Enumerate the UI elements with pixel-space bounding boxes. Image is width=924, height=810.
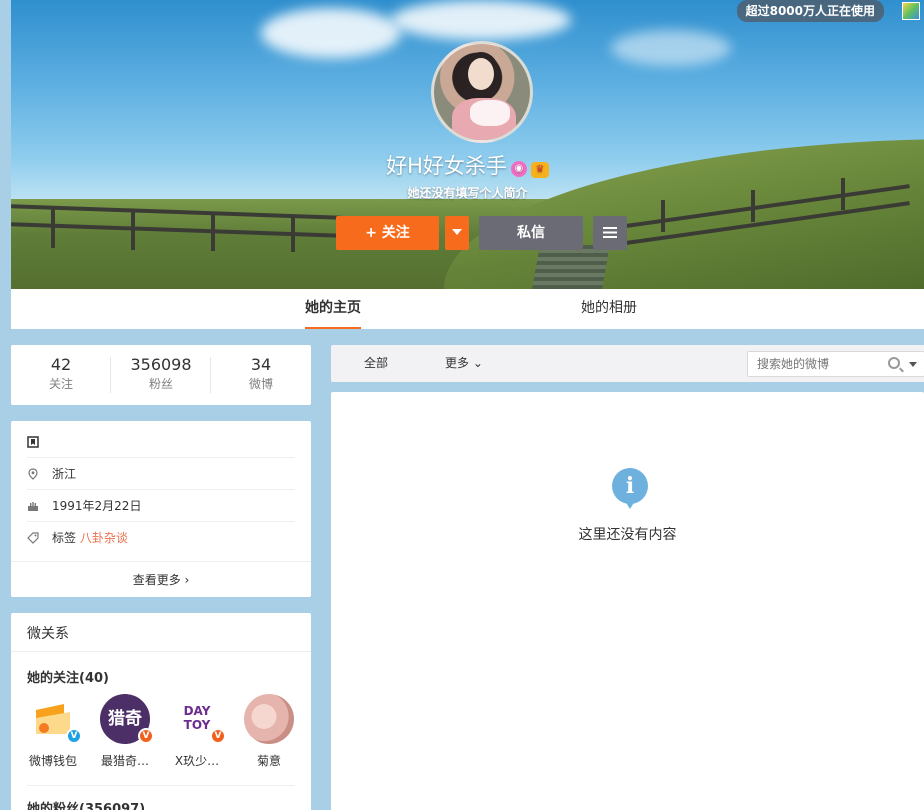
search-input[interactable] — [757, 356, 882, 372]
tab-homepage[interactable]: 她的主页 — [305, 289, 361, 329]
info-row-level — [27, 426, 295, 458]
following-item[interactable]: 菊意 — [236, 694, 302, 769]
following-name: 微博钱包 — [28, 754, 77, 768]
chevron-down-icon[interactable] — [909, 362, 917, 367]
feed-panel: i 这里还没有内容 — [331, 392, 924, 810]
profile-avatar[interactable] — [431, 41, 533, 143]
relations-card: 微关系 她的关注(40) V 微博钱包 猎奇 V 最猎奇… DAY TOY V X… — [11, 613, 311, 810]
tags-label: 标签 八卦杂谈 — [52, 522, 128, 554]
following-title[interactable]: 她的关注(40) — [27, 667, 109, 686]
stat-label: 粉丝 — [148, 377, 173, 391]
info-icon: i — [612, 468, 648, 509]
avatar — [244, 694, 294, 744]
tags-label-text: 标签 — [52, 531, 77, 545]
fence-post — [661, 200, 665, 232]
following-name: 菊意 — [256, 754, 281, 768]
tag-link[interactable]: 八卦杂谈 — [80, 531, 128, 545]
birthday-text: 1991年2月22日 — [52, 499, 142, 513]
fence-post — [211, 215, 215, 251]
feed-toolbar: 全部 更多 ⌄ — [331, 345, 924, 382]
info-row-location: 浙江 — [27, 458, 295, 490]
avatar: V — [28, 694, 82, 744]
message-button[interactable]: 私信 — [479, 216, 583, 250]
following-item[interactable]: DAY TOY V X玖少… — [164, 694, 230, 769]
empty-state-text: 这里还没有内容 — [578, 527, 677, 543]
stat-followers[interactable]: 356098 粉丝 — [111, 355, 211, 392]
following-name: X玖少… — [174, 754, 220, 768]
profile-info-card: 浙江 1991年2月22日 标签 八卦杂谈 查看更多 › — [11, 421, 311, 597]
verified-badge-icon: V — [66, 728, 82, 744]
cover-steps — [532, 245, 610, 289]
info-row-tags: 标签 八卦杂谈 — [27, 522, 295, 554]
birthday-cake-icon — [28, 502, 38, 511]
profile-intro: 她还没有填写个人简介 — [407, 186, 528, 200]
avatar-logo-icon: 猎奇 — [108, 709, 142, 729]
profile-tab-bar: 她的主页 她的相册 — [11, 289, 924, 329]
see-more-link[interactable]: 查看更多 › — [11, 561, 311, 597]
fence-post — [131, 212, 135, 250]
verified-icon[interactable]: ◉ — [510, 161, 527, 177]
cloud-decoration — [261, 8, 401, 58]
profile-cover: 好H好女杀手 ◉ ♛ 她还没有填写个人简介 + 关注 私信 — [11, 0, 924, 289]
follow-dropdown-button[interactable] — [445, 216, 469, 250]
fence-post — [51, 208, 55, 248]
avatar-logo-icon: DAY TOY — [183, 704, 211, 732]
search-icon[interactable] — [888, 357, 900, 369]
feed-search — [747, 351, 924, 377]
profile-name: 好H好女杀手 ◉ ♛ — [11, 150, 924, 180]
verified-badge-icon: V — [138, 728, 154, 744]
location-text: 浙江 — [52, 467, 77, 481]
member-crown-icon[interactable]: ♛ — [530, 162, 549, 178]
bookmark-icon — [27, 436, 39, 448]
app-corner-icon[interactable] — [902, 2, 920, 20]
stat-posts[interactable]: 34 微博 — [211, 355, 311, 392]
following-name: 最猎奇… — [100, 754, 149, 768]
feed-tab-more[interactable]: 更多 ⌄ — [445, 345, 483, 382]
cloud-decoration — [391, 0, 571, 40]
cloud-decoration — [611, 30, 731, 66]
user-count-notice: 超过8000万人正在使用 — [736, 0, 884, 22]
stat-following[interactable]: 42 关注 — [11, 355, 111, 392]
location-pin-icon — [28, 468, 38, 480]
divider — [11, 651, 311, 652]
avatar: 猎奇 V — [100, 694, 154, 744]
chevron-down-icon — [452, 229, 462, 235]
info-row-birthday: 1991年2月22日 — [27, 490, 295, 522]
avatar: DAY TOY V — [172, 694, 226, 744]
follow-button[interactable]: + 关注 — [336, 216, 439, 250]
following-item[interactable]: 猎奇 V 最猎奇… — [92, 694, 158, 769]
relations-title: 微关系 — [27, 626, 69, 642]
divider — [27, 785, 295, 786]
feed-tab-all[interactable]: 全部 — [364, 345, 388, 382]
stat-value: 34 — [250, 355, 272, 374]
following-item[interactable]: V 微博钱包 — [20, 694, 86, 769]
stat-value: 42 — [50, 355, 72, 374]
stats-card: 42 关注 356098 粉丝 34 微博 — [11, 345, 311, 405]
stat-value: 356098 — [130, 355, 192, 374]
more-actions-button[interactable] — [593, 216, 627, 250]
fans-title[interactable]: 她的粉丝(356097) — [27, 798, 145, 810]
stat-label: 微博 — [248, 377, 273, 391]
menu-icon — [603, 227, 617, 238]
profile-name-text: 好H好女杀手 — [386, 154, 507, 178]
verified-badge-icon: V — [210, 728, 226, 744]
stat-label: 关注 — [48, 377, 73, 391]
fence-post — [291, 218, 295, 252]
tab-album[interactable]: 她的相册 — [581, 289, 637, 329]
tag-icon — [27, 532, 39, 544]
